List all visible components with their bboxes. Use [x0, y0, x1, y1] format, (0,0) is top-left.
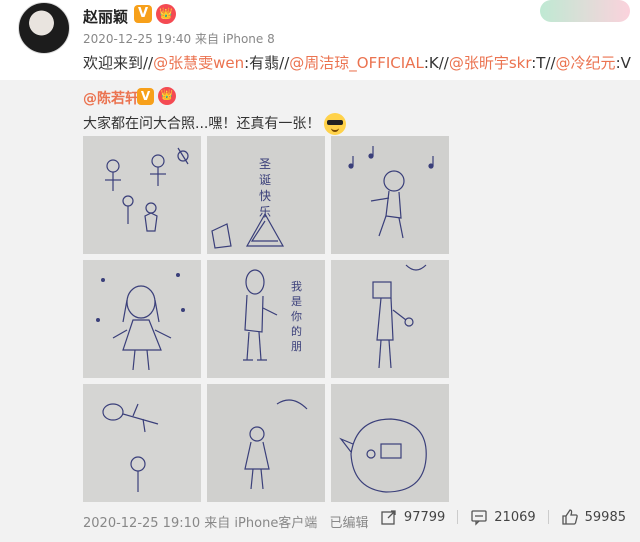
mention-link[interactable]: @周洁琼_OFFICIAL: [289, 54, 424, 72]
photo-christmas-tree-drawing[interactable]: 圣 诞 快 乐: [207, 136, 325, 254]
repost-time: 2020-12-25 19:10: [83, 516, 201, 531]
photo-music-notes-figure[interactable]: [331, 136, 449, 254]
christmas-text-1: 圣: [259, 157, 271, 171]
message-text-4: 的: [291, 324, 302, 338]
crown-icon: 👑: [156, 4, 176, 24]
reposted-post[interactable]: @陈若轩 V 👑 大家都在问大合照...嘿！还真有一张！ 圣 诞 快 乐 我 是…: [0, 80, 640, 542]
repost-meta: 2020-12-25 19:10 来自 iPhone客户端 已编辑: [83, 512, 368, 531]
post-text-segment: :K//: [423, 54, 449, 72]
divider: [457, 510, 459, 524]
like-button[interactable]: 59985: [561, 508, 626, 526]
photo-girl-with-hair[interactable]: [83, 260, 201, 378]
repost-source: 来自 iPhone客户端: [204, 516, 318, 531]
photo-figure-with-text[interactable]: 我 是 你 的 朋: [207, 260, 325, 378]
photo-children-drawing[interactable]: [83, 136, 201, 254]
photo-figure-with-hat[interactable]: [331, 260, 449, 378]
photo-grid: 圣 诞 快 乐 我 是 你 的 朋: [83, 136, 449, 506]
original-text: 大家都在问大合照...嘿！还真有一张！: [83, 113, 347, 135]
mention-link[interactable]: @张慧雯wen: [153, 54, 244, 72]
message-text-3: 你: [291, 310, 302, 323]
christmas-text-2: 诞: [259, 173, 271, 187]
christmas-text-3: 快: [259, 189, 271, 203]
post-username[interactable]: 赵丽颖: [83, 6, 128, 27]
christmas-text-4: 乐: [259, 205, 271, 219]
mention-link[interactable]: @冷纪元: [556, 54, 616, 72]
thumbs-up-icon: [561, 509, 578, 525]
action-bar: 97799 21069 59985: [380, 508, 626, 526]
edited-label: 已编辑: [329, 516, 369, 531]
comment-button[interactable]: 21069: [470, 508, 536, 526]
original-text-content: 大家都在问大合照...嘿！还真有一张！: [83, 116, 321, 132]
message-text-2: 是: [291, 295, 302, 308]
post-meta: 2020-12-25 19:40 来自 iPhone 8: [83, 30, 275, 47]
repost-button[interactable]: 97799: [380, 508, 445, 526]
photo-round-creature[interactable]: [331, 384, 449, 502]
post-text-segment: :有翡//: [244, 54, 290, 72]
post-source: 来自 iPhone 8: [194, 32, 275, 46]
message-text-1: 我: [291, 280, 302, 293]
sticker-icon: [540, 0, 630, 22]
photo-lying-figure[interactable]: [83, 384, 201, 502]
divider: [547, 510, 549, 524]
post-text-segment: :V: [615, 54, 631, 72]
photo-small-figure[interactable]: [207, 384, 325, 502]
post-text-segment: :T//: [531, 54, 556, 72]
post-time: 2020-12-25 19:40: [83, 32, 192, 46]
message-text-5: 朋: [291, 340, 302, 353]
mention-link[interactable]: @张昕宇skr: [449, 54, 531, 72]
crown-icon: 👑: [158, 87, 176, 105]
verified-icon: V: [137, 88, 154, 105]
original-username[interactable]: @陈若轩: [83, 88, 139, 108]
share-icon: [381, 510, 396, 525]
avatar[interactable]: [18, 2, 70, 54]
repost-count: 97799: [403, 509, 446, 525]
comment-icon: [471, 510, 487, 526]
main-post: 赵丽颖 V 👑 2020-12-25 19:40 来自 iPhone 8 欢迎来…: [0, 0, 640, 80]
comment-count: 21069: [494, 509, 536, 525]
verified-icon: V: [134, 5, 152, 23]
like-count: 59985: [584, 509, 626, 525]
post-text: 欢迎来到//@张慧雯wen:有翡//@周洁琼_OFFICIAL:K//@张昕宇s…: [83, 52, 631, 73]
cool-sunglasses-emoji-icon: [324, 113, 347, 135]
post-text-segment: 欢迎来到//: [83, 54, 154, 72]
